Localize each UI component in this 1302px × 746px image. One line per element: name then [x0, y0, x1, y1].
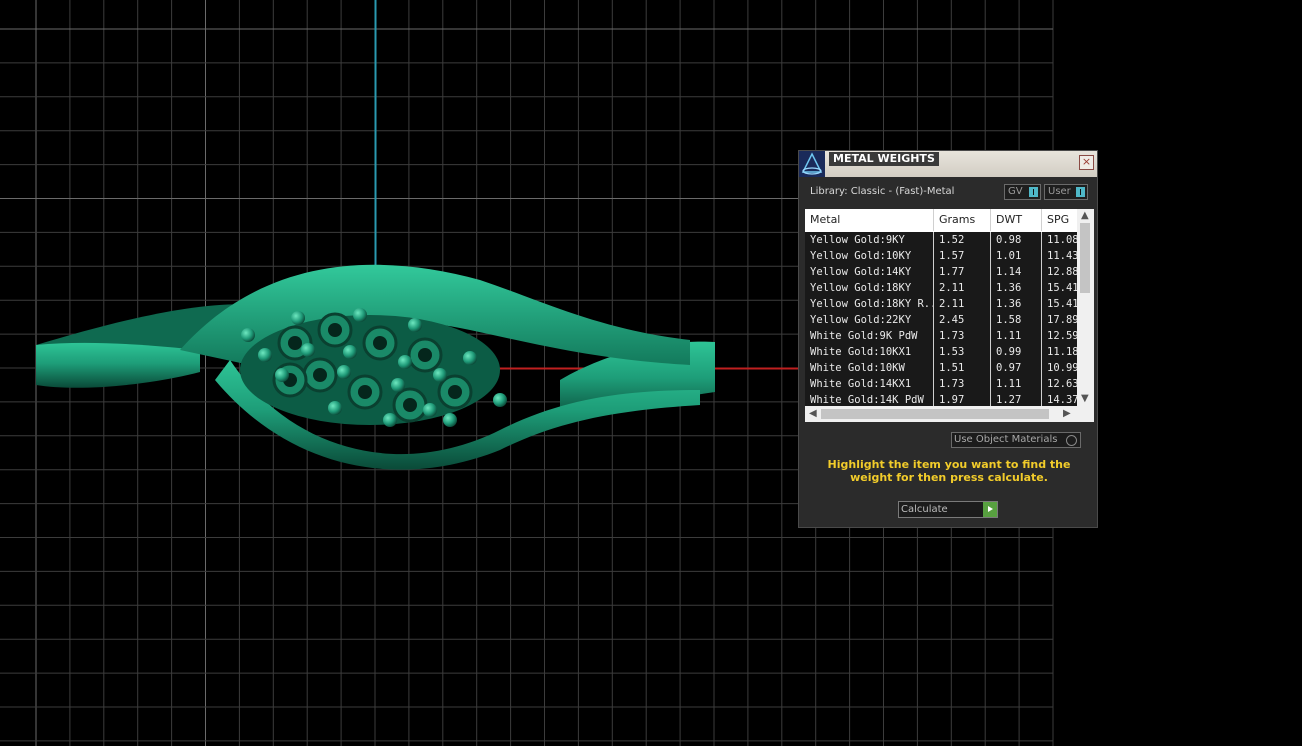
gv-toggle[interactable]: GV [1004, 184, 1041, 200]
dwt-cell: 1.36 [991, 280, 1042, 296]
spg-cell: 11.43 [1042, 248, 1082, 264]
hint-text: Highlight the item you want to find the … [827, 458, 1071, 484]
spg-cell: 10.99 [1042, 360, 1082, 376]
calculate-button[interactable]: Calculate [898, 501, 998, 518]
grams-cell: 2.45 [934, 312, 991, 328]
grams-cell: 2.11 [934, 296, 991, 312]
dwt-cell: 0.99 [991, 344, 1042, 360]
user-toggle[interactable]: User [1044, 184, 1088, 200]
dwt-cell: 1.01 [991, 248, 1042, 264]
grams-cell: 1.73 [934, 376, 991, 392]
metal-cell: Yellow Gold:10KY [805, 248, 934, 264]
spg-cell: 11.08 [1042, 232, 1082, 248]
spg-cell: 15.41 [1042, 280, 1082, 296]
metal-cell: White Gold:10KW [805, 360, 934, 376]
metal-cell: Yellow Gold:9KY [805, 232, 934, 248]
spg-cell: 11.18 [1042, 344, 1082, 360]
table-row[interactable]: White Gold:10KW 1.51 0.97 10.99 [805, 360, 1082, 376]
dwt-cell: 1.14 [991, 264, 1042, 280]
dwt-cell: 0.97 [991, 360, 1042, 376]
vertical-scrollbar[interactable]: ▲ ▼ [1077, 209, 1094, 406]
panel-titlebar[interactable]: METAL WEIGHTS × [799, 151, 1097, 177]
play-arrow-icon [983, 502, 997, 517]
spg-cell: 12.63 [1042, 376, 1082, 392]
use-object-materials-toggle[interactable]: Use Object Materials [951, 432, 1081, 448]
metal-cell: Yellow Gold:14KY [805, 264, 934, 280]
metal-table[interactable]: Metal Grams DWT SPG Yellow Gold:9KY 1.52 0… [805, 209, 1094, 422]
metal-cell: White Gold:9K PdW [805, 328, 934, 344]
metal-cell: White Gold:14KX1 [805, 376, 934, 392]
spg-cell: 12.59 [1042, 328, 1082, 344]
scroll-left-icon[interactable]: ◀ [809, 408, 817, 419]
grams-cell: 1.77 [934, 264, 991, 280]
calculate-label: Calculate [901, 504, 948, 515]
grams-cell: 2.11 [934, 280, 991, 296]
scroll-up-icon[interactable]: ▲ [1081, 210, 1089, 221]
col-metal[interactable]: Metal [805, 209, 934, 231]
table-row[interactable]: Yellow Gold:18KY R... 2.11 1.36 15.41 [805, 296, 1082, 312]
metal-cell: Yellow Gold:18KY R... [805, 296, 934, 312]
metal-cell: White Gold:10KX1 [805, 344, 934, 360]
grams-cell: 1.53 [934, 344, 991, 360]
close-icon[interactable]: × [1079, 155, 1094, 170]
grams-cell: 1.51 [934, 360, 991, 376]
table-row[interactable]: Yellow Gold:10KY 1.57 1.01 11.43 [805, 248, 1082, 264]
horizontal-scrollbar[interactable]: ◀ ▶ [805, 406, 1094, 422]
gv-toggle-label: GV [1008, 186, 1023, 197]
table-header: Metal Grams DWT SPG [805, 209, 1082, 231]
col-grams[interactable]: Grams [934, 209, 991, 231]
col-dwt[interactable]: DWT [991, 209, 1042, 231]
horizontal-scroll-thumb[interactable] [821, 409, 1049, 419]
dwt-cell: 0.98 [991, 232, 1042, 248]
user-toggle-label: User [1048, 186, 1071, 197]
panel-title: METAL WEIGHTS [829, 152, 939, 166]
radio-icon [1066, 435, 1077, 446]
3d-viewport[interactable] [0, 0, 1302, 746]
dwt-cell: 1.36 [991, 296, 1042, 312]
spg-cell: 17.89 [1042, 312, 1082, 328]
metal-weight-app-icon [799, 151, 825, 177]
library-label: Library: Classic - (Fast)-Metal [810, 186, 955, 197]
spg-cell: 12.88 [1042, 264, 1082, 280]
grams-cell: 1.52 [934, 232, 991, 248]
use-object-materials-label: Use Object Materials [954, 434, 1058, 445]
table-row[interactable]: White Gold:9K PdW 1.73 1.11 12.59 [805, 328, 1082, 344]
scroll-down-icon[interactable]: ▼ [1081, 393, 1089, 404]
table-row[interactable]: Yellow Gold:9KY 1.52 0.98 11.08 [805, 232, 1082, 248]
dwt-cell: 1.11 [991, 376, 1042, 392]
grams-cell: 1.73 [934, 328, 991, 344]
grams-cell: 1.57 [934, 248, 991, 264]
vertical-scroll-thumb[interactable] [1080, 223, 1090, 293]
spg-cell: 15.41 [1042, 296, 1082, 312]
table-row[interactable]: Yellow Gold:18KY 2.11 1.36 15.41 [805, 280, 1082, 296]
table-row[interactable]: Yellow Gold:14KY 1.77 1.14 12.88 [805, 264, 1082, 280]
dwt-cell: 1.58 [991, 312, 1042, 328]
metal-cell: Yellow Gold:22KY [805, 312, 934, 328]
table-row[interactable]: Yellow Gold:22KY 2.45 1.58 17.89 [805, 312, 1082, 328]
table-row[interactable]: White Gold:10KX1 1.53 0.99 11.18 [805, 344, 1082, 360]
dwt-cell: 1.11 [991, 328, 1042, 344]
metal-weights-panel[interactable]: METAL WEIGHTS × Library: Classic - (Fast… [798, 150, 1098, 528]
table-row[interactable]: White Gold:14KX1 1.73 1.11 12.63 [805, 376, 1082, 392]
col-spg[interactable]: SPG [1042, 209, 1082, 231]
metal-cell: Yellow Gold:18KY [805, 280, 934, 296]
scroll-right-icon[interactable]: ▶ [1063, 408, 1071, 419]
